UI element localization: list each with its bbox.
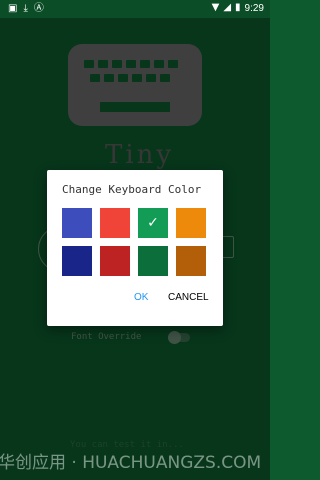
color-swatch[interactable]: [176, 246, 206, 276]
color-swatch[interactable]: [176, 208, 206, 238]
change-keyboard-color-dialog: Change Keyboard Color ✓ OK CANCEL: [47, 170, 223, 326]
color-swatch[interactable]: [62, 208, 92, 238]
color-swatch[interactable]: [100, 246, 130, 276]
cancel-button[interactable]: CANCEL: [168, 292, 209, 303]
download-icon: ⤓: [23, 3, 28, 14]
signal-icon: ◢: [223, 2, 232, 13]
color-swatch[interactable]: [100, 208, 130, 238]
watermark-text: 华创应用 · HUACHUANGZS.COM: [0, 453, 262, 473]
color-swatch[interactable]: [138, 246, 168, 276]
status-time: 9:29: [244, 2, 264, 14]
image-icon: ▣: [8, 3, 18, 14]
check-icon: ✓: [147, 215, 159, 231]
color-swatch[interactable]: ✓: [138, 208, 168, 238]
wifi-icon: ▼: [211, 2, 220, 13]
battery-icon: ▮: [235, 2, 241, 13]
ok-button[interactable]: OK: [134, 292, 148, 303]
status-bar: ▣ ⤓ Ⓐ ▼ ◢ ▮ 9:29: [0, 0, 270, 18]
color-swatch[interactable]: [62, 246, 92, 276]
dialog-title: Change Keyboard Color: [62, 183, 202, 196]
font-icon: Ⓐ: [33, 3, 44, 14]
